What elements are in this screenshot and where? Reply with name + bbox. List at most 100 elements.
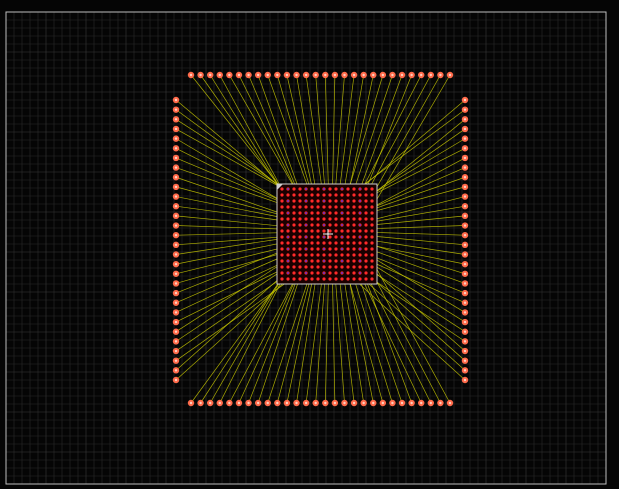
lead-pad-core xyxy=(352,401,356,405)
die-pad xyxy=(292,235,296,239)
lead-pad-core xyxy=(266,401,269,405)
die-pad xyxy=(370,253,374,257)
die-pad xyxy=(364,223,368,227)
die-pad-center xyxy=(323,248,325,250)
die-pad-center xyxy=(359,212,361,214)
die-pad xyxy=(358,265,362,269)
die-pad xyxy=(352,253,356,257)
die-pad xyxy=(292,217,296,221)
die-pad xyxy=(298,211,302,215)
die-pad xyxy=(328,217,332,221)
die-pad xyxy=(298,241,302,245)
lead-pad-core xyxy=(343,73,346,77)
die-pad xyxy=(286,241,290,245)
die-pad-center xyxy=(287,260,289,262)
die-pad xyxy=(298,247,302,251)
lead-pad-core xyxy=(295,401,298,405)
lead-pad-core xyxy=(463,359,467,362)
die-pad xyxy=(370,229,374,233)
lead-pad-core xyxy=(174,243,178,247)
lead-pad-core xyxy=(218,73,221,77)
die-pad xyxy=(298,217,302,221)
die-pad xyxy=(370,211,374,215)
die-pad xyxy=(352,247,356,251)
lead-pad-core xyxy=(174,369,178,372)
die-pad xyxy=(334,223,338,227)
die-pad xyxy=(364,235,368,239)
die-pad xyxy=(328,241,332,245)
die-pad xyxy=(322,265,326,269)
die-pad xyxy=(364,253,368,257)
die-pad xyxy=(298,277,302,281)
die-pad xyxy=(364,199,368,203)
lead-pad-core xyxy=(174,127,178,131)
die-pad xyxy=(286,277,290,281)
lead-pad-core xyxy=(463,349,467,353)
die-pad xyxy=(358,277,362,281)
die-pad xyxy=(304,277,308,281)
lead-pad-core xyxy=(174,176,178,179)
die-pad xyxy=(280,223,284,227)
die-pad xyxy=(322,241,326,245)
die-pad xyxy=(310,217,314,221)
lead-pad-core xyxy=(174,272,178,275)
lead-pad-core xyxy=(199,401,202,405)
die-pad xyxy=(352,223,356,227)
die-pad xyxy=(334,247,338,251)
die-pad xyxy=(370,205,374,209)
die-pad xyxy=(346,265,350,269)
lead-pad-core xyxy=(448,401,452,405)
die-pad xyxy=(316,205,320,209)
die-pad xyxy=(298,223,302,227)
die-pad xyxy=(292,229,296,233)
die-pad xyxy=(292,205,296,209)
die-pad xyxy=(334,235,338,239)
die-pad-center xyxy=(305,212,307,214)
die-pad xyxy=(310,253,314,257)
die-pad xyxy=(316,247,320,251)
lead-pad-core xyxy=(174,118,178,121)
die-pad-center xyxy=(305,236,307,238)
die-pad xyxy=(340,193,344,197)
die-pad xyxy=(328,247,332,251)
lead-pad-core xyxy=(448,73,452,77)
die-pad xyxy=(316,259,320,263)
die-pad xyxy=(298,205,302,209)
die-pad xyxy=(346,217,350,221)
die-pad-center xyxy=(341,188,343,190)
lead-pad-core xyxy=(174,330,178,333)
die-pad xyxy=(316,271,320,275)
lead-pad-core xyxy=(463,378,467,382)
die-pad xyxy=(298,259,302,263)
die-pad xyxy=(304,241,308,245)
die-pad xyxy=(310,241,314,245)
die-pad xyxy=(364,247,368,251)
die-pad xyxy=(364,217,368,221)
lead-pad-core xyxy=(174,156,178,160)
die-pad xyxy=(352,205,356,209)
lead-pad-core xyxy=(295,73,298,77)
lead-pad-core xyxy=(439,401,442,405)
lead-pad-core xyxy=(174,205,178,208)
die-pad xyxy=(310,205,314,209)
die-pad xyxy=(334,241,338,245)
die-pad xyxy=(340,205,344,209)
lead-pad-core xyxy=(324,401,327,405)
layout-canvas[interactable] xyxy=(0,0,619,489)
die-pad-center xyxy=(323,188,325,190)
die-pad-center xyxy=(359,236,361,238)
die-pad xyxy=(322,253,326,257)
die-pad xyxy=(328,193,332,197)
die-pad xyxy=(298,235,302,239)
die-pad xyxy=(298,229,302,233)
lead-pad-core xyxy=(199,73,202,77)
lead-pad-core xyxy=(429,73,433,77)
die-pad xyxy=(352,229,356,233)
lead-pad-core xyxy=(174,291,178,295)
die-pad xyxy=(358,241,362,245)
lead-pad-core xyxy=(228,73,231,77)
lead-pad-core xyxy=(463,262,467,266)
die-pad xyxy=(334,277,338,281)
die-pad xyxy=(346,193,350,197)
lead-pad-core xyxy=(174,301,178,304)
